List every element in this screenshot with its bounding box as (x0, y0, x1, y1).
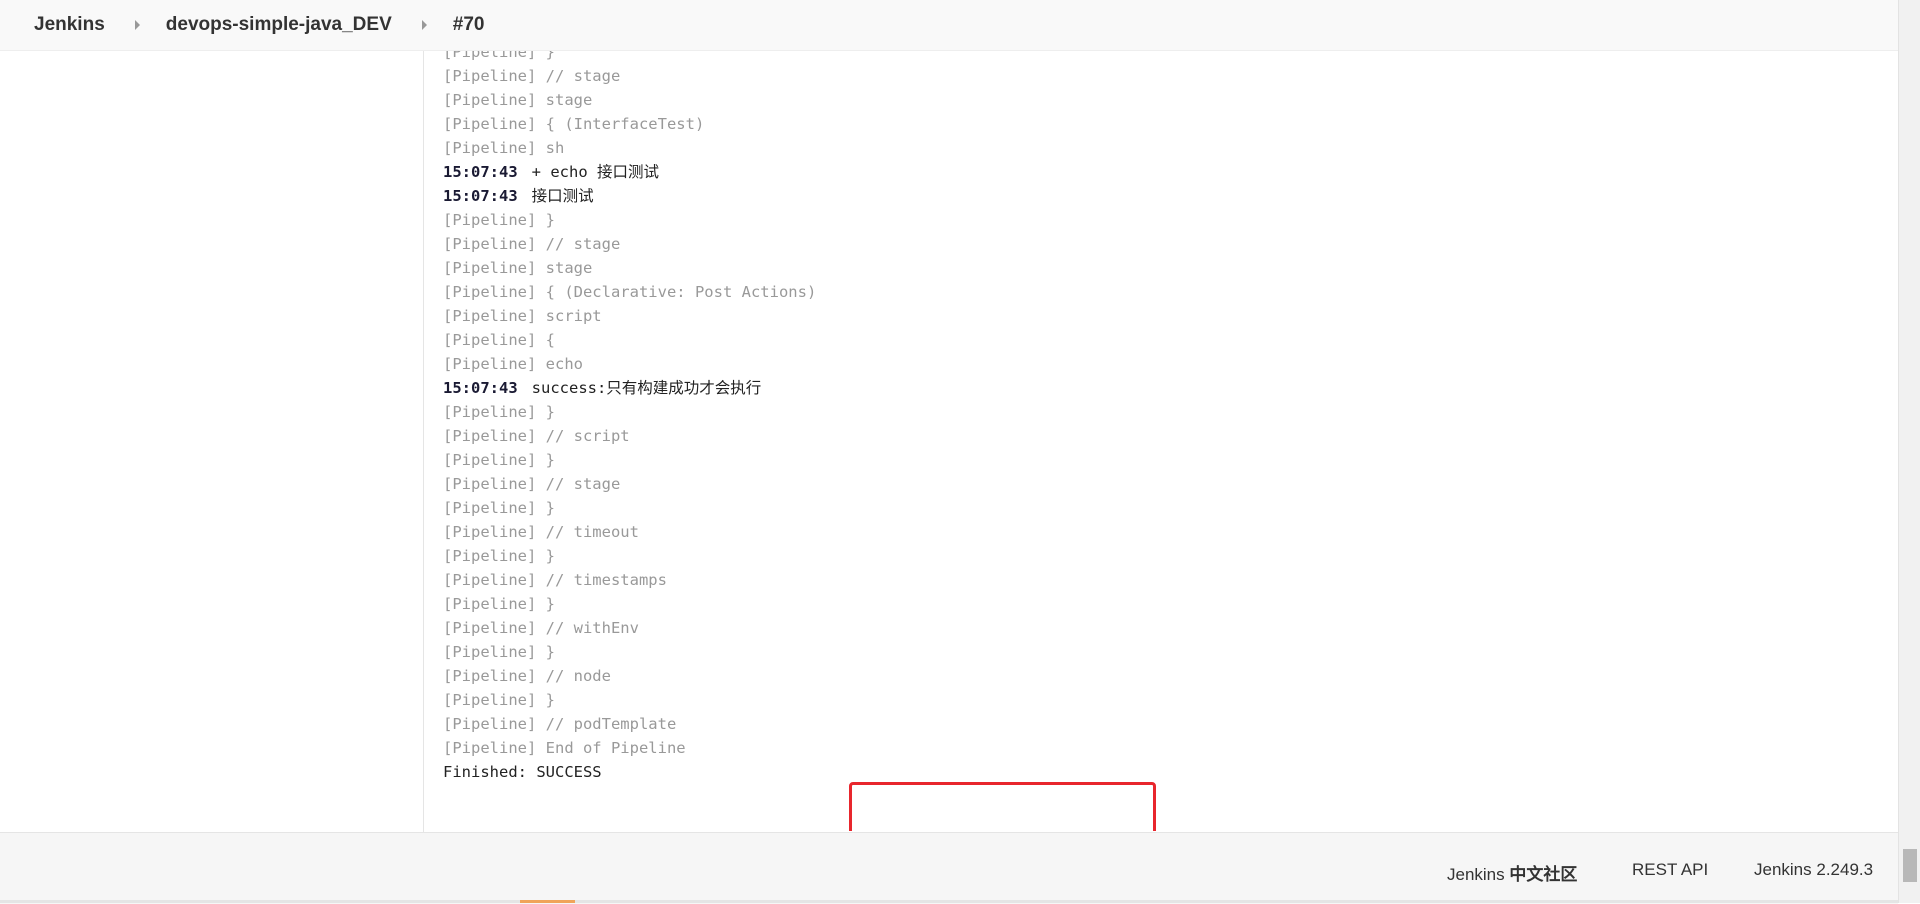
console-line: Finished: SUCCESS (443, 763, 602, 781)
footer-community-prefix: Jenkins (1447, 865, 1510, 884)
footer-version-link[interactable]: Jenkins 2.249.3 (1754, 860, 1873, 880)
console-output-text: + echo 接口测试 (531, 163, 659, 181)
footer-rest-api-link[interactable]: REST API (1632, 860, 1708, 880)
console-line: [Pipeline] // stage (443, 475, 621, 493)
console-line: [Pipeline] stage (443, 91, 593, 109)
breadcrumb: Jenkins devops-simple-java_DEV #70 (0, 0, 1898, 51)
console-line: 15:07:43 + echo 接口测试 (443, 160, 816, 184)
page-footer: Jenkins 中文社区 REST API Jenkins 2.249.3 (0, 832, 1898, 904)
console-line: [Pipeline] // stage (443, 235, 621, 253)
console-line: [Pipeline] { (443, 331, 555, 349)
console-line: [Pipeline] script (443, 307, 602, 325)
console-line: [Pipeline] } (443, 547, 555, 565)
console-line: 15:07:43 success:只有构建成功才会执行 (443, 376, 816, 400)
console-line: [Pipeline] // podTemplate (443, 715, 677, 733)
console-line: [Pipeline] sh (443, 139, 565, 157)
console-line: [Pipeline] { (Declarative: Post Actions) (443, 283, 817, 301)
footer-community-link[interactable]: Jenkins 中文社区 (1447, 860, 1577, 885)
scrollbar-thumb[interactable] (1903, 849, 1917, 882)
success-highlight-box (849, 782, 1156, 831)
console-line: [Pipeline] } (443, 211, 555, 229)
console-line: [Pipeline] // timeout (443, 523, 639, 541)
console-output-text: 接口测试 (531, 187, 594, 205)
console-line: [Pipeline] } (443, 499, 555, 517)
vertical-scrollbar[interactable] (1898, 0, 1920, 903)
console-line: [Pipeline] // node (443, 667, 611, 685)
console-line: [Pipeline] } (443, 643, 555, 661)
console-line: [Pipeline] echo (443, 355, 583, 373)
console-line: [Pipeline] } (443, 595, 555, 613)
console-line: [Pipeline] // stage (443, 67, 621, 85)
console-output-text: success:只有构建成功才会执行 (531, 379, 762, 397)
side-panel (0, 51, 424, 832)
console-line: [Pipeline] // script (443, 427, 630, 445)
console-line: [Pipeline] // withEnv (443, 619, 639, 637)
console-line: [Pipeline] End of Pipeline (443, 739, 686, 757)
console-line: [Pipeline] stage (443, 259, 593, 277)
console-timestamp: 15:07:43 (443, 187, 518, 205)
console-timestamp: 15:07:43 (443, 379, 518, 397)
footer-community-suffix: 中文社区 (1509, 865, 1578, 884)
console-line: [Pipeline] } (443, 691, 555, 709)
breadcrumb-job[interactable]: devops-simple-java_DEV (166, 14, 392, 36)
breadcrumb-build[interactable]: #70 (453, 14, 485, 36)
chevron-right-icon[interactable] (134, 20, 140, 30)
console-output: [Pipeline] } [Pipeline] // stage [Pipeline… (443, 51, 1883, 831)
chevron-right-icon[interactable] (421, 20, 427, 30)
console-timestamp: 15:07:43 (443, 163, 518, 181)
console-lines: [Pipeline] } [Pipeline] // stage [Pipeline… (443, 51, 816, 784)
console-line: 15:07:43 接口测试 (443, 184, 816, 208)
console-line: [Pipeline] } (443, 403, 555, 421)
console-line: [Pipeline] } (443, 51, 555, 61)
console-line: [Pipeline] { (InterfaceTest) (443, 115, 705, 133)
console-line: [Pipeline] // timestamps (443, 571, 667, 589)
console-line: [Pipeline] } (443, 451, 555, 469)
breadcrumb-jenkins[interactable]: Jenkins (34, 14, 105, 36)
